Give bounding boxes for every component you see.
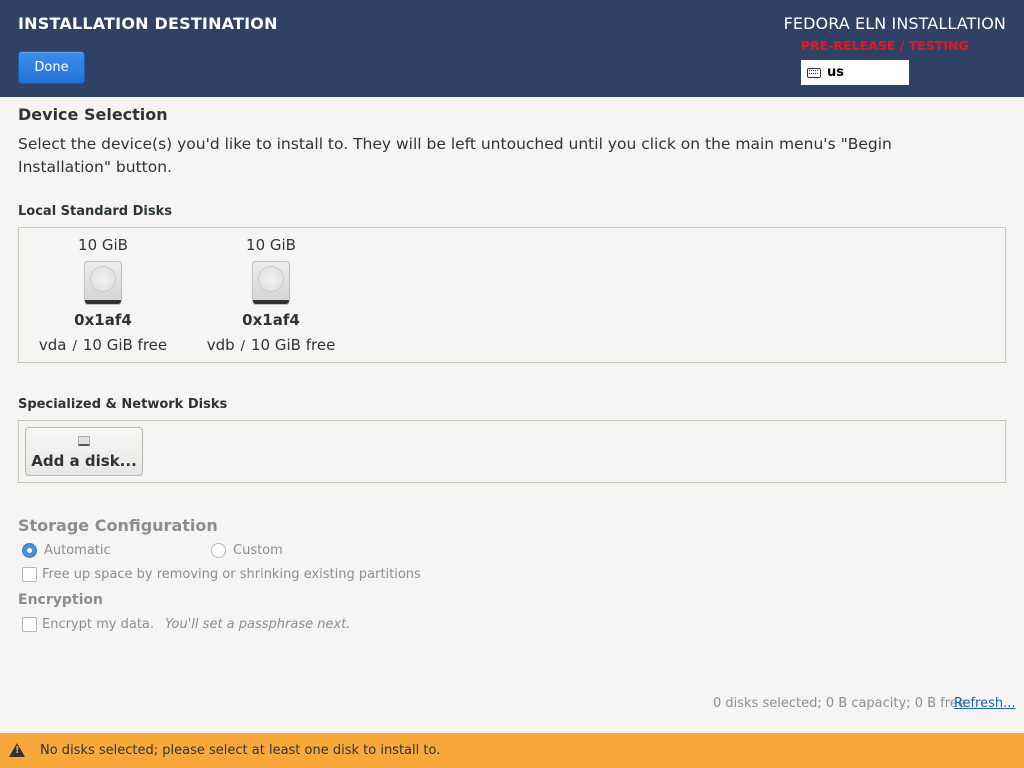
- keyboard-layout-indicator[interactable]: us: [801, 60, 909, 85]
- radio-automatic[interactable]: Automatic: [22, 543, 111, 558]
- product-title: FEDORA ELN INSTALLATION: [783, 14, 1006, 33]
- disk-info: vdb / 10 GiB free: [187, 336, 355, 354]
- disk-model: 0x1af4: [74, 311, 132, 329]
- warning-bar[interactable]: No disks selected; please select at leas…: [0, 733, 1024, 768]
- encrypt-hint: You'll set a passphrase next.: [165, 617, 351, 632]
- add-disk-button[interactable]: Add a disk...: [25, 427, 143, 476]
- radio-button[interactable]: [211, 543, 226, 558]
- network-disks-panel: Add a disk...: [18, 420, 1006, 483]
- encrypt-checkbox[interactable]: [22, 617, 37, 632]
- done-button[interactable]: Done: [18, 51, 85, 84]
- local-disks-panel: 10 GiB 0x1af4 vda / 10 GiB free 10 GiB 0x1…: [18, 227, 1006, 363]
- disk-separator: /: [240, 339, 246, 354]
- storage-config-heading: Storage Configuration: [18, 516, 218, 535]
- local-disks-label: Local Standard Disks: [18, 204, 172, 219]
- disk-free: 10 GiB free: [82, 336, 168, 354]
- disk-summary: 0 disks selected; 0 B capacity; 0 B free: [713, 696, 966, 711]
- hard-disk-icon: [85, 262, 121, 304]
- keyboard-icon: [807, 67, 821, 78]
- device-selection-heading: Device Selection: [18, 105, 168, 124]
- encrypt-label: Encrypt my data.: [42, 617, 155, 632]
- disk-size: 10 GiB: [78, 236, 128, 254]
- disk-vda[interactable]: 10 GiB 0x1af4 vda / 10 GiB free: [19, 228, 187, 362]
- disk-name: vdb: [206, 336, 235, 354]
- free-space-checkbox-row[interactable]: Free up space by removing or shrinking e…: [22, 567, 421, 582]
- device-selection-intro: Select the device(s) you'd like to insta…: [18, 135, 892, 176]
- warning-text: No disks selected; please select at leas…: [40, 743, 441, 758]
- network-disks-label: Specialized & Network Disks: [18, 397, 228, 412]
- disk-vdb[interactable]: 10 GiB 0x1af4 vdb / 10 GiB free: [187, 228, 355, 362]
- radio-automatic-label: Automatic: [44, 543, 111, 558]
- disk-icon: [78, 436, 90, 446]
- add-disk-label: Add a disk...: [31, 452, 137, 470]
- encrypt-checkbox-row[interactable]: Encrypt my data. You'll set a passphrase…: [22, 617, 350, 632]
- page-title: INSTALLATION DESTINATION: [18, 14, 278, 33]
- prerelease-label: PRE-RELEASE / TESTING: [801, 38, 969, 53]
- disk-size: 10 GiB: [246, 236, 296, 254]
- free-space-checkbox[interactable]: [22, 567, 37, 582]
- disk-info: vda / 10 GiB free: [19, 336, 187, 354]
- free-space-label: Free up space by removing or shrinking e…: [42, 567, 421, 582]
- keyboard-layout-label: us: [827, 65, 844, 80]
- warning-icon: [9, 743, 25, 757]
- disk-separator: /: [72, 339, 77, 354]
- disk-name: vda: [38, 336, 67, 354]
- header-bar: INSTALLATION DESTINATION Done FEDORA ELN…: [0, 0, 1024, 97]
- disk-model: 0x1af4: [242, 311, 300, 329]
- radio-custom[interactable]: Custom: [211, 543, 283, 558]
- radio-button-checked[interactable]: [22, 543, 37, 558]
- disk-free: 10 GiB free: [251, 336, 336, 354]
- hard-disk-icon: [253, 262, 289, 304]
- refresh-link[interactable]: Refresh...: [954, 696, 1016, 711]
- radio-custom-label: Custom: [233, 543, 283, 558]
- encryption-heading: Encryption: [18, 592, 103, 608]
